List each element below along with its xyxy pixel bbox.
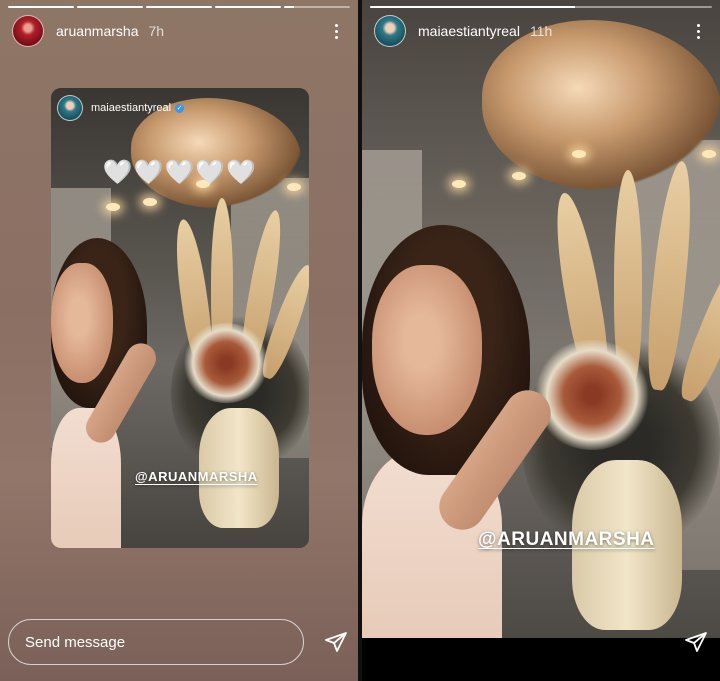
story-username[interactable]: maiaestiantyreal [418, 23, 520, 39]
progress-segment [215, 6, 281, 8]
story-header: aruanmarsha 7h [12, 14, 346, 48]
story-timestamp: 7h [148, 23, 165, 39]
avatar[interactable] [57, 95, 83, 121]
more-options-icon[interactable] [688, 19, 708, 43]
send-icon[interactable] [324, 630, 348, 654]
avatar[interactable] [374, 15, 406, 47]
progress-segment [8, 6, 74, 8]
progress-segment [370, 6, 712, 8]
story-panel-left[interactable]: aruanmarsha 7h maiaestiantyreal ✓ 🤍🤍🤍🤍🤍 … [0, 0, 358, 681]
progress-segment [146, 6, 212, 8]
progress-segment [77, 6, 143, 8]
story-progress-bar [370, 6, 712, 8]
story-timestamp: 11h [529, 23, 553, 39]
heart-emoji-sticker: 🤍🤍🤍🤍🤍 [102, 159, 258, 186]
story-username[interactable]: aruanmarsha [56, 23, 139, 39]
story-header: maiaestiantyreal 11h [374, 14, 708, 48]
embedded-username[interactable]: maiaestiantyreal [91, 102, 171, 114]
mention-sticker[interactable]: @ARUANMARSHA [135, 469, 258, 484]
send-message-input[interactable]: Send message [8, 619, 304, 665]
send-message-placeholder: Send message [25, 633, 126, 651]
embedded-story-header: maiaestiantyreal ✓ [57, 94, 185, 122]
embedded-story-card[interactable]: maiaestiantyreal ✓ 🤍🤍🤍🤍🤍 @ARUANMARSHA [51, 88, 309, 548]
progress-segment [284, 6, 350, 8]
story-progress-bar [8, 6, 350, 8]
more-options-icon[interactable] [326, 19, 346, 43]
verified-badge-icon: ✓ [175, 103, 185, 113]
send-icon[interactable] [684, 630, 708, 654]
story-panel-right[interactable]: maiaestiantyreal 11h @ARUANMARSHA [362, 0, 720, 681]
avatar[interactable] [12, 15, 44, 47]
story-footer [362, 638, 720, 681]
mention-sticker[interactable]: @ARUANMARSHA [478, 529, 655, 551]
